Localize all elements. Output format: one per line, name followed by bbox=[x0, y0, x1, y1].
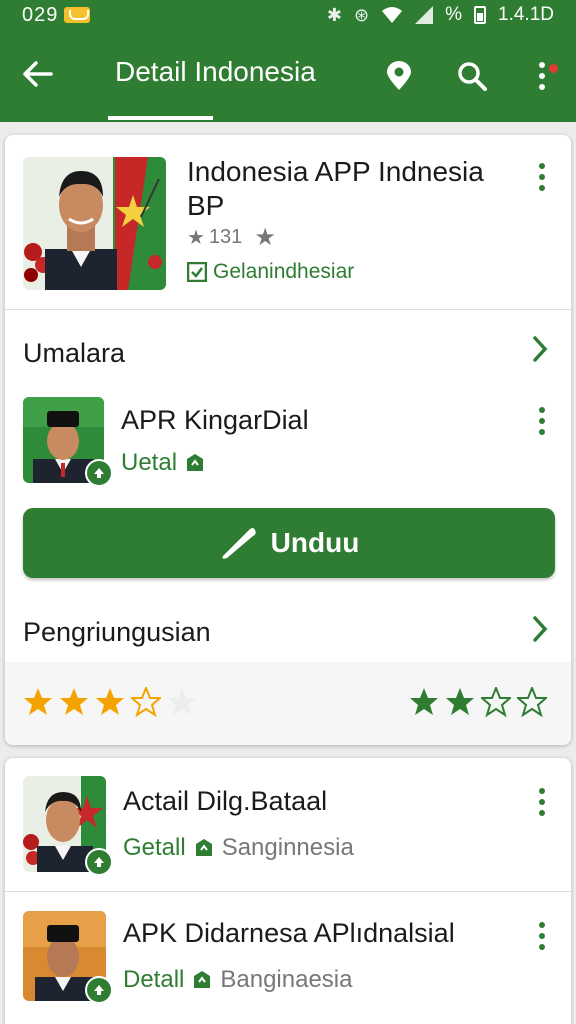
related-app-meta: Uetal bbox=[121, 449, 205, 477]
list-item-name: Actail Dilg.Bataal bbox=[123, 786, 328, 816]
star-outline-icon bbox=[517, 687, 547, 717]
more-vert-icon bbox=[539, 407, 545, 435]
search-icon bbox=[458, 62, 487, 91]
install-badge-icon bbox=[194, 971, 211, 988]
tab-indicator bbox=[108, 116, 213, 120]
more-options-button[interactable] bbox=[522, 56, 562, 96]
rating-value: 131 bbox=[208, 226, 243, 248]
list-item-meta: Getall Sanginnesia bbox=[123, 834, 354, 862]
more-vert-icon bbox=[539, 788, 545, 816]
featured-app-image bbox=[23, 157, 166, 290]
wifi-icon bbox=[382, 7, 403, 23]
featured-rating: ★ 131 ★ bbox=[187, 223, 276, 252]
page-title: Detail Indonesia bbox=[115, 56, 316, 87]
notification-icon bbox=[64, 7, 91, 23]
rating-star-icon: ★ bbox=[187, 227, 205, 249]
featured-app-name[interactable]: Indonesia APP Indnesia BP bbox=[187, 155, 517, 223]
list-item-badge bbox=[85, 976, 113, 1004]
related-app-tag: Uetal bbox=[121, 449, 178, 476]
divider bbox=[5, 309, 571, 310]
star-filled-icon bbox=[24, 688, 52, 715]
bluetooth-icon: ✱ bbox=[326, 4, 343, 25]
status-time: 029 bbox=[22, 3, 59, 26]
signal-icon bbox=[415, 6, 434, 24]
app-detail-card: Indonesia APP Indnesia BP ★ 131 ★ Gelani… bbox=[5, 135, 571, 745]
pencil-icon bbox=[222, 528, 256, 559]
rating-star-icon: ★ bbox=[254, 224, 276, 251]
featured-developer: Gelanindhesiar bbox=[187, 260, 354, 284]
location-button[interactable] bbox=[379, 56, 419, 96]
status-bar: 029 ✱ ⊛ % 1.4.1D bbox=[0, 0, 576, 30]
battery-percent: % bbox=[445, 4, 463, 25]
chevron-right-icon bbox=[533, 336, 548, 362]
developer-name: Gelanindhesiar bbox=[213, 260, 355, 283]
star-outline-icon bbox=[168, 688, 196, 715]
list-item-tag: Detall bbox=[123, 966, 185, 993]
download-label: Unduu bbox=[270, 527, 360, 558]
star-outline-icon bbox=[481, 687, 511, 717]
section-title-umalara: Umalara bbox=[23, 338, 126, 368]
battery-icon bbox=[474, 6, 487, 24]
star-filled-icon bbox=[410, 688, 438, 715]
upload-arrow-icon bbox=[94, 985, 104, 995]
chevron-right-icon bbox=[533, 616, 548, 642]
list-item-more-button[interactable] bbox=[528, 784, 556, 820]
sync-icon: ⊛ bbox=[354, 4, 370, 25]
download-button[interactable]: Unduu bbox=[23, 508, 555, 578]
install-badge-icon bbox=[187, 454, 204, 471]
notification-dot bbox=[549, 64, 558, 73]
list-item-meta: Detall Banginaesia bbox=[123, 966, 352, 994]
star-outline-icon bbox=[131, 687, 161, 717]
more-vert-icon bbox=[539, 163, 545, 191]
app-rating-stars[interactable] bbox=[409, 687, 547, 717]
section2-chevron-button[interactable] bbox=[532, 615, 548, 650]
related-app-badge bbox=[85, 459, 113, 487]
divider bbox=[5, 891, 571, 892]
upload-arrow-icon bbox=[94, 857, 104, 867]
star-filled-icon bbox=[60, 688, 88, 715]
section-chevron-button[interactable] bbox=[532, 335, 548, 370]
featured-more-button[interactable] bbox=[528, 159, 556, 195]
back-button[interactable] bbox=[18, 54, 58, 94]
related-more-button[interactable] bbox=[528, 403, 556, 439]
list-item-category: Banginaesia bbox=[220, 966, 353, 993]
related-app-name[interactable]: APR KingarDial bbox=[121, 405, 309, 436]
status-version: 1.4.1D bbox=[498, 4, 554, 25]
install-badge-icon bbox=[195, 839, 212, 856]
star-filled-icon bbox=[446, 688, 474, 715]
upload-arrow-icon bbox=[94, 468, 104, 478]
more-vert-icon bbox=[539, 62, 545, 90]
star-filled-icon bbox=[96, 688, 124, 715]
list-item-tag: Getall bbox=[123, 834, 186, 861]
location-pin-icon bbox=[387, 61, 411, 90]
app-bar: Detail Indonesia bbox=[0, 30, 576, 122]
list-item-badge bbox=[85, 848, 113, 876]
verified-check-icon bbox=[187, 262, 207, 282]
search-button[interactable] bbox=[452, 56, 492, 96]
more-vert-icon bbox=[539, 922, 545, 950]
arrow-left-icon bbox=[23, 61, 53, 87]
list-item-category: Sanginnesia bbox=[221, 834, 354, 861]
status-icons: ✱ ⊛ % 1.4.1D bbox=[327, 4, 554, 26]
list-item-name: APK Didarnesa APlıdnalsial bbox=[123, 918, 455, 948]
list-item-more-button[interactable] bbox=[528, 918, 556, 954]
section-title-pengriungusian: Pengriungusian bbox=[23, 617, 211, 647]
user-rating-stars[interactable] bbox=[23, 687, 197, 717]
app-list-card: Actail Dilg.Bataal Getall Sanginnesia AP… bbox=[5, 758, 571, 1024]
